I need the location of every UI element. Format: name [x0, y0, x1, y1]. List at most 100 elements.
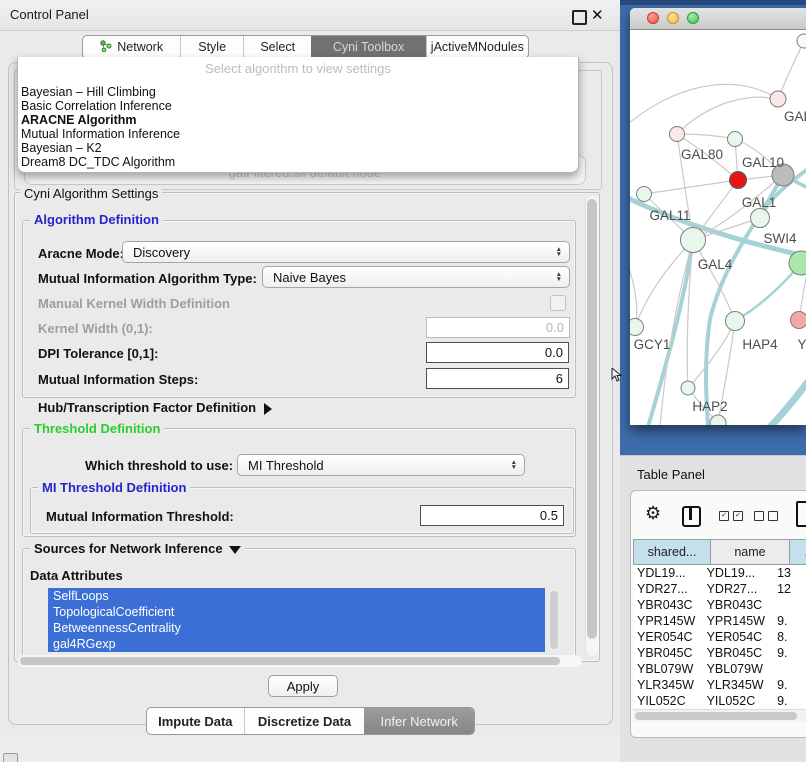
- dropdown-item-bayesian-hill[interactable]: Bayesian – Hill Climbing: [19, 85, 575, 99]
- control-panel-tabbar: Network Style Select Cyni Toolbox jActiv…: [82, 35, 529, 59]
- attributes-scrollbar[interactable]: [549, 590, 559, 652]
- minimize-traffic-light-icon[interactable]: [667, 12, 679, 24]
- node-label-swi4: SWI4: [763, 231, 796, 246]
- sources-expander[interactable]: Sources for Network Inference: [30, 541, 245, 556]
- tab-jactivemnodules[interactable]: jActiveMNodules: [426, 36, 528, 58]
- cell: YDL19...: [703, 565, 773, 581]
- aracne-mode-value: Discovery: [123, 245, 190, 260]
- cell: YIL052C: [633, 693, 703, 708]
- gear-icon[interactable]: ⚙: [645, 503, 661, 524]
- close-icon[interactable]: ✕: [591, 6, 604, 24]
- table-row[interactable]: YDL19...YDL19...13: [633, 565, 806, 581]
- which-threshold-combo[interactable]: MI Threshold ▲▼: [237, 454, 525, 476]
- table-row[interactable]: YBR043CYBR043C: [633, 597, 806, 613]
- settings-vertical-scrollbar[interactable]: [585, 196, 599, 656]
- settings-horizontal-scrollbar[interactable]: [18, 655, 582, 667]
- table-horizontal-scrollbar[interactable]: [633, 709, 806, 722]
- minimized-panel-icon[interactable]: [3, 753, 18, 762]
- node-label-gal11: GAL11: [649, 208, 690, 223]
- table-panel-title: Table Panel: [637, 467, 705, 482]
- hub-tf-expander[interactable]: Hub/Transcription Factor Definition: [38, 400, 272, 415]
- cell: 9.: [773, 693, 806, 708]
- node-gal11[interactable]: [637, 187, 652, 202]
- table-row[interactable]: YER054CYER054C8.: [633, 629, 806, 645]
- node-partial-top[interactable]: [797, 34, 806, 48]
- node-swi4[interactable]: [751, 209, 770, 228]
- table-header-row: shared... name A: [633, 539, 806, 565]
- network-canvas[interactable]: GAL GAL80 GAL10 GAL1 GAL11 SWI4 GAL4 GCY…: [630, 29, 806, 425]
- table-row[interactable]: YBL079WYBL079W: [633, 661, 806, 677]
- dropdown-item-bayesian-k2[interactable]: Bayesian – K2: [19, 141, 575, 155]
- aracne-mode-combo[interactable]: Discovery ▲▼: [122, 241, 570, 263]
- node-gal4[interactable]: [681, 228, 706, 253]
- edge: [630, 264, 637, 327]
- table-row[interactable]: YIL052CYIL052C9.: [633, 693, 806, 708]
- manual-kernel-checkbox[interactable]: [550, 295, 566, 311]
- node-gal-pink[interactable]: [770, 91, 786, 107]
- dropdown-item-basic-correlation[interactable]: Basic Correlation Inference: [19, 99, 575, 113]
- dropdown-item-mutual-information[interactable]: Mutual Information Inference: [19, 127, 575, 141]
- column-header-shared-name[interactable]: shared...: [633, 539, 711, 565]
- apply-button[interactable]: Apply: [268, 675, 338, 697]
- node-salmon[interactable]: [791, 312, 806, 329]
- mi-type-combo[interactable]: Naive Bayes ▲▼: [262, 266, 570, 288]
- tab-impute-data[interactable]: Impute Data: [147, 708, 244, 734]
- kernel-width-field[interactable]: 0.0: [426, 317, 570, 338]
- edge: [778, 41, 804, 99]
- close-traffic-light-icon[interactable]: [647, 12, 659, 24]
- node-hap4[interactable]: [726, 312, 745, 331]
- mi-threshold-field[interactable]: 0.5: [420, 505, 564, 526]
- tab-select[interactable]: Select: [243, 36, 312, 58]
- table-row[interactable]: YDR27...YDR27...12: [633, 581, 806, 597]
- stepper-arrows-icon: ▲▼: [556, 247, 569, 257]
- list-item-topologicalcoefficient[interactable]: TopologicalCoefficient: [48, 604, 545, 620]
- tab-style[interactable]: Style: [180, 36, 243, 58]
- node-gal1-selected[interactable]: [730, 172, 747, 189]
- node-gal80[interactable]: [670, 127, 685, 142]
- tab-network[interactable]: Network: [83, 36, 180, 58]
- table-row[interactable]: YLR345WYLR345W9.: [633, 677, 806, 693]
- dropdown-item-dream8[interactable]: Dream8 DC_TDC Algorithm: [19, 155, 575, 169]
- cell: 8.: [773, 629, 806, 645]
- column-header-cut[interactable]: A: [790, 539, 806, 565]
- settings-vscroll-thumb[interactable]: [587, 199, 597, 639]
- mi-steps-field[interactable]: 6: [426, 368, 569, 389]
- columns-icon[interactable]: [682, 506, 701, 527]
- list-item-selfloops[interactable]: SelfLoops: [48, 588, 545, 604]
- attributes-scrollbar-thumb[interactable]: [550, 591, 558, 649]
- zoom-traffic-light-icon[interactable]: [687, 12, 699, 24]
- settings-hscroll-thumb[interactable]: [20, 657, 560, 665]
- list-item-gal4rgexp[interactable]: gal4RGexp: [48, 636, 545, 652]
- cell: YBR043C: [703, 597, 773, 613]
- table-row[interactable]: YBR045CYBR045C9.: [633, 645, 806, 661]
- cell: 13: [773, 565, 806, 581]
- cell: YBR045C: [633, 645, 703, 661]
- node-hap2[interactable]: [681, 381, 695, 395]
- which-threshold-value: MI Threshold: [238, 458, 324, 473]
- column-header-name[interactable]: name: [711, 539, 790, 565]
- node-label-hap2: HAP2: [692, 399, 727, 414]
- network-window-titlebar[interactable]: [630, 8, 806, 30]
- node-gal10[interactable]: [728, 132, 743, 147]
- float-window-icon[interactable]: [572, 10, 587, 25]
- table-row[interactable]: YPR145WYPR145W9.: [633, 613, 806, 629]
- list-item-betweennesscentrality[interactable]: BetweennessCentrality: [48, 620, 545, 636]
- select-all-columns-icon[interactable]: ✓✓: [719, 511, 743, 521]
- edge: [677, 134, 735, 139]
- node-gcy1[interactable]: [630, 319, 644, 336]
- table-hscroll-thumb[interactable]: [635, 712, 797, 720]
- dropdown-item-aracne[interactable]: ARACNE Algorithm: [19, 113, 575, 127]
- cell: YLR345W: [633, 677, 703, 693]
- export-table-icon[interactable]: [796, 501, 806, 527]
- aracne-mode-label: Aracne Mode:: [38, 246, 124, 261]
- dpi-tolerance-field[interactable]: 0.0: [426, 342, 569, 363]
- table-body[interactable]: YDL19...YDL19...13 YDR27...YDR27...12 YB…: [633, 565, 806, 708]
- control-panel-window: Control Panel ✕ Network Style Select Cyn…: [0, 0, 620, 737]
- tab-infer-network[interactable]: Infer Network: [364, 708, 474, 734]
- tab-cyni-toolbox[interactable]: Cyni Toolbox: [311, 36, 425, 58]
- tab-discretize-data[interactable]: Discretize Data: [244, 708, 365, 734]
- stepper-arrows-icon: ▲▼: [556, 272, 569, 282]
- tab-jactivemnodules-label: jActiveMNodules: [431, 40, 524, 54]
- deselect-all-columns-icon[interactable]: [754, 511, 778, 521]
- cell: 9.: [773, 677, 806, 693]
